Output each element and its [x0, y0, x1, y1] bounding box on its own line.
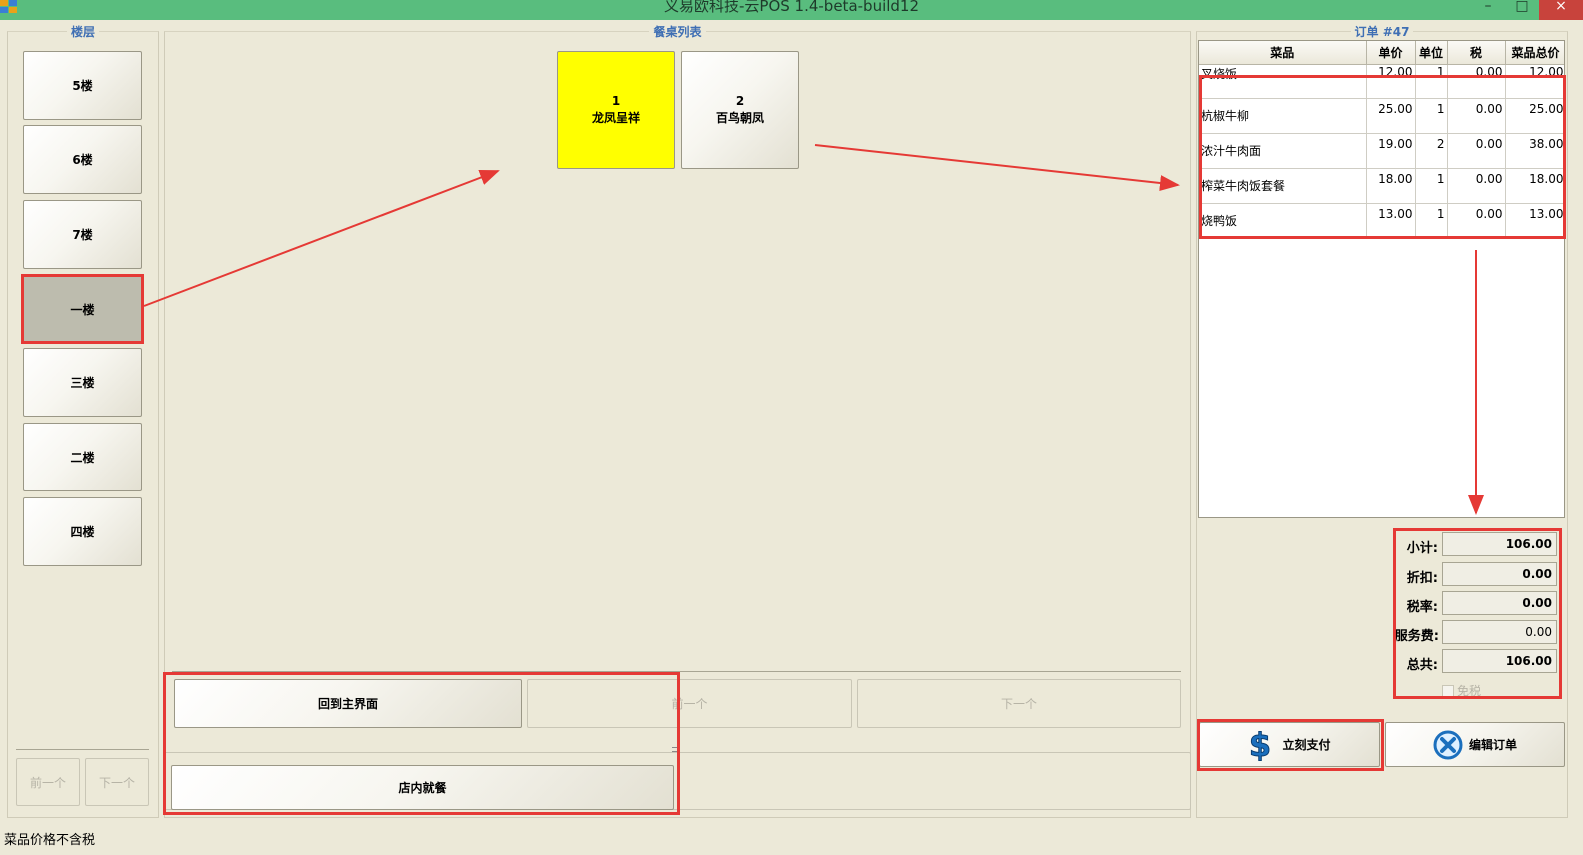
svg-text:$: $ [1249, 729, 1271, 761]
item-total: 25.00 [1505, 98, 1564, 134]
subtotal-label: 小计: [1406, 541, 1438, 556]
table-number: 1 [611, 94, 621, 108]
back-to-main-button[interactable]: 回到主界面 [174, 679, 522, 728]
table-row[interactable]: 烧鸭饭 13.00 1 0.00 13.00 [1199, 203, 1564, 239]
tables-next-button[interactable]: 下一个 [857, 679, 1181, 728]
tables-title: 餐桌列表 [649, 25, 706, 39]
item-price: 12.00 [1366, 64, 1416, 99]
tax-label: 税率: [1406, 600, 1438, 615]
item-qty: 1 [1415, 168, 1448, 204]
floors-next-button[interactable]: 下一个 [85, 758, 149, 806]
service-fee-value: 0.00 [1442, 620, 1557, 644]
floor-button-first[interactable]: 一楼 [23, 275, 142, 343]
item-tax: 0.00 [1447, 168, 1506, 204]
column-header-unit[interactable]: 单位 [1415, 41, 1448, 65]
tables-divider [172, 671, 1181, 672]
close-button[interactable]: × [1539, 0, 1583, 20]
item-tax: 0.00 [1447, 203, 1506, 239]
table-name: 百鸟朝凤 [715, 111, 764, 125]
total-value: 106.00 [1442, 649, 1557, 673]
service-fee-label: 服务费: [1394, 629, 1439, 644]
item-price: 13.00 [1366, 203, 1416, 239]
item-price: 25.00 [1366, 98, 1416, 134]
floor-button-5[interactable]: 5楼 [23, 51, 142, 120]
table-row[interactable]: 浓汁牛肉面 19.00 2 0.00 38.00 [1199, 133, 1564, 169]
maximize-button[interactable]: □ [1505, 0, 1539, 20]
floors-title: 楼层 [66, 25, 99, 39]
subtotal-value: 106.00 [1442, 532, 1557, 556]
floors-divider [16, 749, 149, 750]
item-name: 榨菜牛肉饭套餐 [1199, 168, 1367, 204]
dine-in-button[interactable]: 店内就餐 [171, 765, 674, 810]
tables-prev-button[interactable]: 前一个 [527, 679, 852, 728]
table-row[interactable]: 杭椒牛柳 25.00 1 0.00 25.00 [1199, 98, 1564, 134]
item-qty: 1 [1415, 203, 1448, 239]
floor-button-third[interactable]: 三楼 [23, 348, 142, 417]
item-total: 13.00 [1505, 203, 1564, 239]
discount-value: 0.00 [1442, 562, 1557, 586]
tax-free-label: 免税 [1457, 684, 1482, 698]
column-header-item[interactable]: 菜品 [1199, 41, 1367, 65]
item-qty: 1 [1415, 64, 1448, 99]
item-tax: 0.00 [1447, 64, 1506, 99]
edit-order-button[interactable]: 编辑订单 [1385, 722, 1565, 767]
title-bar: 义易欧科技-云POS 1.4-beta-build12 – □ × [0, 0, 1583, 20]
floor-button-second[interactable]: 二楼 [23, 423, 142, 491]
item-tax: 0.00 [1447, 133, 1506, 169]
pay-now-label: 立刻支付 [1282, 738, 1331, 752]
column-header-price[interactable]: 单价 [1366, 41, 1416, 65]
item-qty: 1 [1415, 98, 1448, 134]
total-label: 总共: [1406, 658, 1438, 673]
edit-order-label: 编辑订单 [1468, 738, 1517, 752]
status-bar: 菜品价格不含税 [0, 826, 1583, 855]
tax-free-checkbox[interactable]: 免税 [1442, 682, 1481, 699]
column-header-total[interactable]: 菜品总价 [1505, 41, 1564, 65]
item-total: 38.00 [1505, 133, 1564, 169]
item-tax: 0.00 [1447, 98, 1506, 134]
table-name: 龙凤呈祥 [591, 111, 640, 125]
item-name: 叉烧饭 [1199, 64, 1367, 99]
table-button-2[interactable]: 2 百鸟朝凤 [681, 51, 799, 169]
item-price: 18.00 [1366, 168, 1416, 204]
floors-prev-button[interactable]: 前一个 [16, 758, 80, 806]
status-text: 菜品价格不含税 [4, 833, 96, 848]
close-circle-icon [1433, 730, 1463, 760]
floor-button-6[interactable]: 6楼 [23, 125, 142, 194]
item-name: 烧鸭饭 [1199, 203, 1367, 239]
floor-button-7[interactable]: 7楼 [23, 200, 142, 269]
item-name: 浓汁牛肉面 [1199, 133, 1367, 169]
discount-label: 折扣: [1406, 571, 1438, 586]
checkbox-box [1442, 684, 1454, 697]
order-title: 订单 #47 [1350, 25, 1414, 39]
floor-button-fourth[interactable]: 四楼 [23, 497, 142, 566]
order-items-table[interactable]: 菜品 单价 单位 税 菜品总价 叉烧饭 12.00 1 0.00 12.00 杭… [1198, 40, 1565, 518]
window-title: 义易欧科技-云POS 1.4-beta-build12 [663, 0, 920, 15]
item-name: 杭椒牛柳 [1199, 98, 1367, 134]
column-header-tax[interactable]: 税 [1447, 41, 1506, 65]
pay-now-button[interactable]: $ 立刻支付 [1199, 722, 1380, 767]
item-total: 12.00 [1505, 64, 1564, 99]
table-button-1[interactable]: 1 龙凤呈祥 [557, 51, 675, 169]
dollar-icon: $ [1248, 725, 1272, 764]
table-row[interactable]: 叉烧饭 12.00 1 0.00 12.00 [1199, 64, 1564, 99]
minimize-button[interactable]: – [1471, 0, 1505, 20]
item-price: 19.00 [1366, 133, 1416, 169]
item-qty: 2 [1415, 133, 1448, 169]
tax-value: 0.00 [1442, 591, 1557, 615]
table-number: 2 [735, 94, 745, 108]
table-row[interactable]: 榨菜牛肉饭套餐 18.00 1 0.00 18.00 [1199, 168, 1564, 204]
item-total: 18.00 [1505, 168, 1564, 204]
